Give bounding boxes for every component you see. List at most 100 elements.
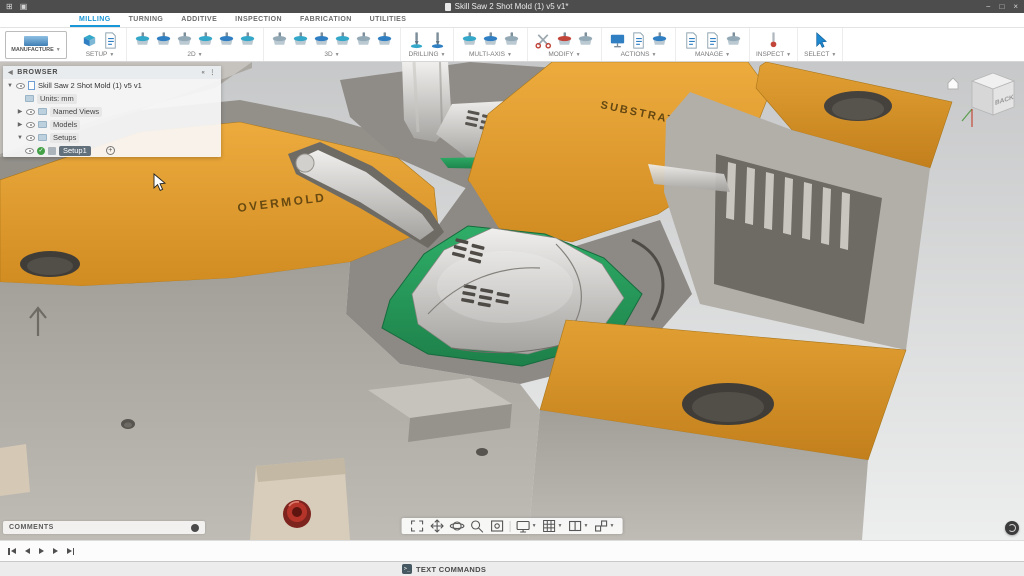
text-commands-icon[interactable] (402, 564, 412, 574)
simulate-icon[interactable] (608, 31, 627, 50)
text-commands-label[interactable]: TEXT COMMANDS (416, 565, 486, 574)
actions-menu[interactable]: ACTIONS▼ (621, 51, 657, 58)
comments-bar[interactable]: COMMENTS (3, 521, 205, 534)
window-maximize-button[interactable]: □ (999, 3, 1004, 11)
orbit-button[interactable] (450, 519, 465, 533)
timeline-playbar (0, 540, 1024, 561)
steps-button[interactable]: ▼ (593, 519, 614, 533)
multiaxis-menu[interactable]: MULTI-AXIS▼ (469, 51, 512, 58)
manage-menu[interactable]: MANAGE▼ (695, 51, 730, 58)
2d-pocket-icon[interactable] (175, 31, 194, 50)
app-grid-icon[interactable]: ⊞ (6, 3, 13, 11)
visibility-eye-icon[interactable] (26, 122, 35, 128)
display-settings-button[interactable]: ▼ (516, 519, 537, 533)
grid-snap-button[interactable]: ▼ (542, 519, 563, 533)
edit-tool-icon[interactable] (576, 31, 595, 50)
tool-library-icon[interactable] (682, 31, 701, 50)
browser-row-named-views[interactable]: ▶ Named Views (3, 105, 221, 118)
tab-inspection[interactable]: INSPECTION (226, 13, 291, 27)
tab-utilities[interactable]: UTILITIES (361, 13, 416, 27)
valid-check-icon: ✓ (37, 147, 45, 155)
step-back-button[interactable] (25, 548, 30, 554)
select-cursor-icon[interactable] (811, 31, 830, 50)
drill-icon[interactable] (407, 31, 426, 50)
probe-icon[interactable] (764, 31, 783, 50)
viewcube[interactable]: BACK (942, 67, 1020, 138)
save-icon[interactable]: ▣ (20, 3, 28, 11)
2d-slot-icon[interactable] (217, 31, 236, 50)
step-forward-button[interactable] (53, 548, 58, 554)
templates-icon[interactable] (703, 31, 722, 50)
viewport[interactable]: SUBSTRATE (0, 62, 1024, 540)
3d-menu[interactable]: 3D▼ (324, 51, 339, 58)
swarf-icon[interactable] (460, 31, 479, 50)
window-close-button[interactable]: × (1013, 3, 1018, 11)
look-at-button[interactable] (490, 519, 505, 533)
browser-row-setups[interactable]: ▼ Setups (3, 131, 221, 144)
machine-library-icon[interactable] (724, 31, 743, 50)
workspace-selector[interactable]: MANUFACTURE▼ (5, 31, 67, 59)
tab-turning[interactable]: TURNING (120, 13, 173, 27)
expand-icon[interactable]: ▶ (17, 108, 23, 115)
3d-scallop-icon[interactable] (354, 31, 373, 50)
collapse-left-icon[interactable]: ◀ (8, 69, 13, 76)
expand-icon[interactable]: ▶ (17, 121, 23, 128)
2d-trace-icon[interactable] (238, 31, 257, 50)
viewport-layout-button[interactable]: ▼ (568, 519, 589, 533)
trim-icon[interactable] (534, 31, 553, 50)
flow-icon[interactable] (502, 31, 521, 50)
play-button[interactable] (39, 548, 44, 554)
generate-icon[interactable] (650, 31, 669, 50)
home-icon[interactable] (948, 78, 958, 89)
more-icon[interactable]: ⋮ (209, 69, 216, 76)
2d-face-icon[interactable] (133, 31, 152, 50)
comment-indicator-icon[interactable] (191, 524, 199, 532)
2d-adaptive-icon[interactable] (154, 31, 173, 50)
inspect-menu[interactable]: INSPECT▼ (756, 51, 791, 58)
select-menu[interactable]: SELECT▼ (804, 51, 836, 58)
toolbar-group-drilling: DRILLING▼ (401, 28, 454, 61)
browser-row-root[interactable]: ▼ Skill Saw 2 Shot Mold (1) v5 v1 (3, 79, 221, 92)
go-to-end-button[interactable] (67, 548, 75, 555)
pan-button[interactable] (430, 519, 445, 533)
multiaxis-contour-icon[interactable] (481, 31, 500, 50)
visibility-eye-icon[interactable] (25, 148, 34, 154)
bore-icon[interactable] (428, 31, 447, 50)
expand-icon[interactable]: ▼ (17, 135, 23, 141)
assistant-button[interactable] (1005, 521, 1019, 535)
2d-contour-icon[interactable] (196, 31, 215, 50)
dock-icon[interactable]: « (201, 70, 205, 76)
go-to-start-button[interactable] (8, 548, 16, 555)
add-operation-icon[interactable]: + (106, 146, 115, 155)
browser-row-setup1[interactable]: ✓ Setup1 + (3, 144, 221, 157)
delete-passes-icon[interactable] (555, 31, 574, 50)
chevron-down-icon: ▼ (109, 52, 114, 58)
tab-fabrication[interactable]: FABRICATION (291, 13, 361, 27)
post-process-icon[interactable] (629, 31, 648, 50)
2d-menu[interactable]: 2D▼ (187, 51, 202, 58)
3d-steep-icon[interactable] (312, 31, 331, 50)
setup-menu[interactable]: SETUP▼ (86, 51, 115, 58)
browser-row-models[interactable]: ▶ Models (3, 118, 221, 131)
tab-additive[interactable]: ADDITIVE (172, 13, 226, 27)
visibility-eye-icon[interactable] (16, 83, 25, 89)
3d-parallel-icon[interactable] (333, 31, 352, 50)
browser-header[interactable]: ◀ BROWSER « ⋮ (3, 66, 221, 79)
window-minimize-button[interactable]: − (986, 3, 991, 11)
tab-milling[interactable]: MILLING (70, 13, 120, 27)
3d-pocket-icon[interactable] (291, 31, 310, 50)
zoom-button[interactable] (470, 519, 485, 533)
drilling-menu[interactable]: DRILLING▼ (409, 51, 446, 58)
navigation-bar: ▼ ▼ ▼ ▼ (402, 518, 623, 534)
new-setup-icon[interactable] (80, 31, 99, 50)
expand-icon[interactable]: ▼ (7, 83, 13, 89)
modify-menu[interactable]: MODIFY▼ (548, 51, 580, 58)
3d-adaptive-icon[interactable] (270, 31, 289, 50)
zoom-fit-button[interactable] (410, 519, 425, 533)
browser-row-units[interactable]: Units: mm (3, 92, 221, 105)
nc-program-icon[interactable] (101, 31, 120, 50)
visibility-eye-icon[interactable] (26, 109, 35, 115)
visibility-eye-icon[interactable] (26, 135, 35, 141)
toolbar-group-multiaxis: MULTI-AXIS▼ (454, 28, 528, 61)
3d-contour-icon[interactable] (375, 31, 394, 50)
